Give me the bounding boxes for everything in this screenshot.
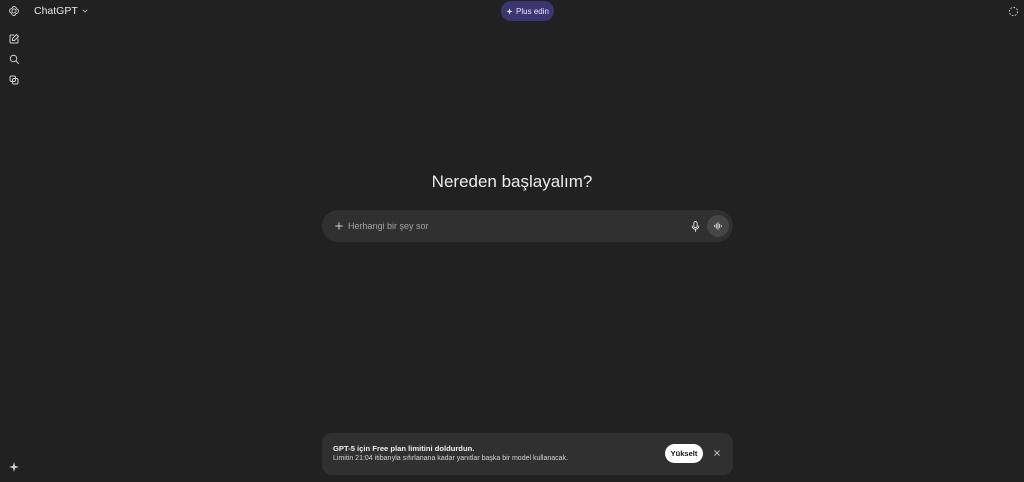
- voice-mode-button[interactable]: [707, 215, 729, 237]
- search-icon[interactable]: [6, 51, 22, 67]
- limit-banner-title: GPT-5 için Free plan limitini doldurdun.: [333, 444, 475, 453]
- upgrade-button[interactable]: Yükselt: [665, 444, 703, 463]
- new-chat-icon[interactable]: [6, 31, 22, 47]
- openai-logo-icon[interactable]: [6, 3, 22, 19]
- sparkle-icon[interactable]: [6, 459, 22, 475]
- chevron-down-icon: [82, 9, 88, 13]
- library-icon[interactable]: [6, 72, 22, 88]
- get-plus-button[interactable]: Plus edin: [501, 1, 554, 21]
- limit-banner: GPT-5 için Free plan limitini doldurdun.…: [322, 433, 733, 475]
- waveform-icon: [714, 222, 722, 230]
- composer: [322, 210, 733, 242]
- sparkle-icon: [506, 7, 513, 15]
- microphone-icon[interactable]: [688, 218, 702, 234]
- temporary-chat-icon[interactable]: [1006, 4, 1020, 18]
- get-plus-label: Plus edin: [516, 6, 549, 16]
- model-selector[interactable]: ChatGPT: [34, 3, 89, 19]
- chatgpt-app: ChatGPT Plus edin Nereden başlayalım? He…: [0, 0, 1024, 482]
- sidebar-rail: [0, 0, 28, 482]
- limit-banner-message: Limitin 21:04 itibarıyla sıfırlanana kad…: [333, 455, 569, 462]
- add-attachment-icon[interactable]: [331, 218, 347, 234]
- close-icon[interactable]: [711, 447, 723, 459]
- prompt-input[interactable]: [348, 216, 668, 236]
- model-name: ChatGPT: [34, 5, 78, 17]
- page-heading: Nereden başlayalım?: [431, 172, 593, 191]
